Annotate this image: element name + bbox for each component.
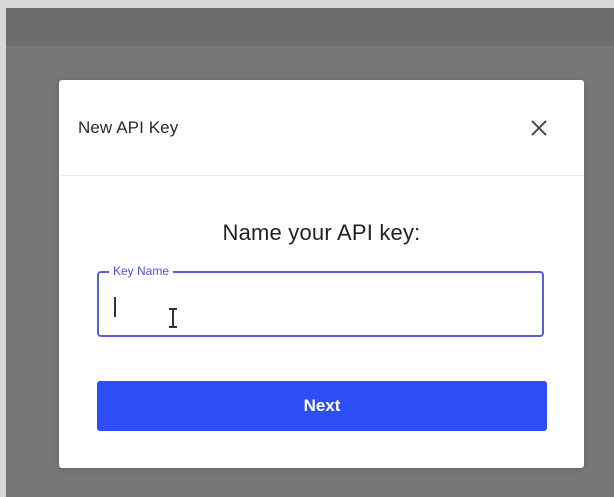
text-caret	[114, 297, 116, 317]
key-name-label: Key Name	[109, 264, 174, 278]
close-button[interactable]	[528, 117, 550, 139]
key-name-field[interactable]: Key Name	[97, 264, 544, 337]
dialog-title: New API Key	[78, 118, 179, 137]
dialog-header: New API Key	[59, 80, 584, 176]
next-button[interactable]: Next	[97, 381, 547, 431]
text-cursor-icon	[169, 308, 177, 328]
name-prompt: Name your API key:	[222, 220, 421, 245]
close-icon	[531, 120, 547, 136]
new-api-key-dialog: New API Key Name your API key: Key Name …	[59, 80, 584, 468]
